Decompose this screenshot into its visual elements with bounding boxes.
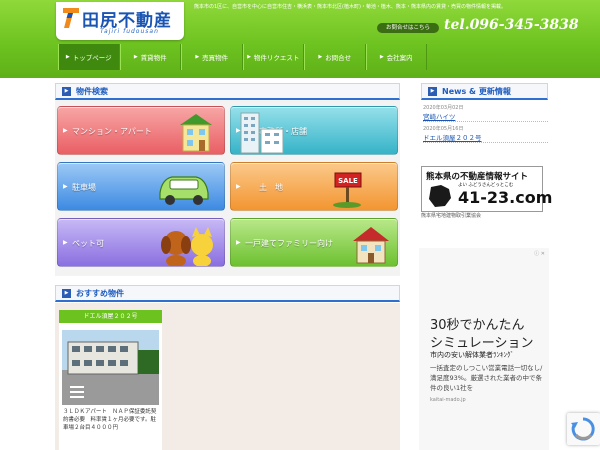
email-contact-button[interactable]: お問合せはこちら bbox=[377, 23, 439, 33]
nav-item-contact[interactable]: ▶ お問合せ bbox=[304, 44, 366, 70]
nav-item-label: 賃貸物件 bbox=[140, 54, 167, 62]
news-item: 2020年03月02日 宮崎ハイツ bbox=[423, 104, 548, 122]
prefecture-realestate-banner[interactable]: 熊本県の不動産情報サイト よい ふどうさんどっとこむ 41-23.com bbox=[421, 166, 552, 212]
recaptcha-icon bbox=[571, 417, 595, 441]
sale-sign-icon: SALE bbox=[333, 172, 362, 208]
banner-title: 熊本県の不動産情報サイト bbox=[426, 172, 529, 182]
search-section-title: 物件検索 bbox=[76, 86, 108, 96]
recaptcha-badge[interactable] bbox=[567, 413, 600, 445]
nav-item-label: お問合せ bbox=[325, 54, 352, 62]
nav-arrow-icon: ▶ bbox=[195, 54, 200, 60]
search-tile-apartment[interactable]: ▶ マンション・アパート bbox=[57, 106, 225, 155]
ad-subheadline: 市内の安い解体業者ﾗﾝｷﾝｸﾞ bbox=[430, 351, 514, 359]
nav-arrow-icon: ▶ bbox=[379, 54, 384, 60]
property-card-title[interactable]: ドエル須屋２０２号 bbox=[59, 310, 162, 323]
header-description: 熊本市の1区に、自営市を中心に自営市住吉・横浜表・熊本市北区(植木町)・菊池・植… bbox=[194, 4, 506, 10]
nav-item-top[interactable]: ▶ トップページ bbox=[58, 44, 120, 70]
banner-domain: 41-23.com bbox=[458, 188, 553, 207]
nav-item-label: トップページ bbox=[72, 54, 112, 62]
ad-url[interactable]: kaitai-mado.jp bbox=[430, 397, 466, 403]
ad-body: 一括査定のしつこい営業電話一切なし/満足度93%。厳選された業者の中で条件の良い… bbox=[430, 364, 543, 392]
news-date: 2020年05月16日 bbox=[423, 126, 464, 132]
news-section-header: ▶ News & 更新情報 bbox=[421, 83, 548, 100]
site-logo[interactable]: 田尻不動産 Tajiri fudousan bbox=[56, 2, 184, 40]
tile-arrow-icon: ▶ bbox=[236, 239, 241, 246]
ad-headline[interactable]: 30秒でかんたん bbox=[430, 314, 525, 333]
property-card[interactable]: ドエル須屋２０２号 ３ＬＤＫアパート ＮＡＰ保証委託契約書必要 料率賃１ヶ月必要… bbox=[59, 310, 162, 450]
banner-caption: 熊本県宅地建物取引業協会 bbox=[421, 213, 482, 219]
nav-arrow-icon: ▶ bbox=[65, 54, 70, 60]
search-grid: ▶ マンション・アパート ▶ 事務所・店舗 ▶ 駐車場 bbox=[55, 100, 400, 276]
nav-item-company[interactable]: ▶ 会社案内 bbox=[365, 44, 427, 70]
tile-label: 駐車場 bbox=[72, 183, 96, 192]
nav-item-rental[interactable]: ▶ 賃貸物件 bbox=[119, 44, 181, 70]
news-date: 2020年03月02日 bbox=[423, 105, 464, 111]
tile-label: ペット可 bbox=[72, 239, 104, 248]
logo-subtext: Tajiri fudousan bbox=[100, 28, 159, 35]
tile-label: マンション・アパート bbox=[72, 127, 152, 136]
tile-label: 土 地 bbox=[259, 183, 283, 192]
recommend-section-title: おすすめ物件 bbox=[76, 288, 124, 298]
apartment-icon bbox=[180, 114, 212, 152]
property-description: ３ＬＤＫアパート ＮＡＰ保証委託契約書必要 料率賃１ヶ月必要です。駐車場２台目４… bbox=[63, 409, 157, 431]
news-link[interactable]: ドエル須屋２０２号 bbox=[423, 132, 548, 142]
property-photo[interactable] bbox=[62, 330, 159, 405]
tile-label: 一戸建てファミリー向け bbox=[245, 239, 333, 248]
logo-mark-icon bbox=[63, 8, 79, 28]
section-marker-icon: ▶ bbox=[62, 288, 71, 298]
nav-item-sale[interactable]: ▶ 売買物件 bbox=[181, 44, 243, 70]
search-section-header: ▶ 物件検索 bbox=[55, 83, 400, 100]
phone-number[interactable]: tel.096-345-3838 bbox=[444, 17, 579, 33]
svg-text:SALE: SALE bbox=[338, 177, 358, 185]
search-tile-pets[interactable]: ▶ ペット可 bbox=[57, 218, 225, 267]
nav-item-request[interactable]: ▶ 物件リクエスト bbox=[242, 44, 304, 70]
section-marker-icon: ▶ bbox=[62, 86, 71, 96]
search-tile-house[interactable]: ▶ 一戸建てファミリー向け bbox=[230, 218, 398, 267]
nav-arrow-icon: ▶ bbox=[318, 54, 323, 60]
nav-item-label: 会社案内 bbox=[386, 54, 413, 62]
search-tile-office[interactable]: ▶ 事務所・店舗 bbox=[230, 106, 398, 155]
kumamoto-map-icon bbox=[429, 185, 451, 207]
search-tile-parking[interactable]: ▶ 駐車場 bbox=[57, 162, 225, 211]
nav-arrow-icon: ▶ bbox=[247, 54, 251, 60]
tile-arrow-icon: ▶ bbox=[236, 183, 241, 190]
tile-arrow-icon: ▶ bbox=[63, 127, 68, 134]
news-section-title: News & 更新情報 bbox=[442, 86, 511, 96]
ad-headline[interactable]: シミュレーション bbox=[430, 332, 533, 351]
section-marker-icon: ▶ bbox=[428, 86, 437, 96]
office-building-icon bbox=[240, 112, 284, 154]
nav-arrow-icon: ▶ bbox=[133, 54, 138, 60]
tile-arrow-icon: ▶ bbox=[63, 183, 68, 190]
nav-item-label: 物件リクエスト bbox=[253, 54, 300, 62]
tile-arrow-icon: ▶ bbox=[63, 239, 68, 246]
nav-item-label: 売買物件 bbox=[202, 54, 229, 62]
pets-icon bbox=[161, 227, 213, 266]
recommend-section-header: ▶ おすすめ物件 bbox=[55, 285, 400, 302]
news-item: 2020年05月16日 ドエル須屋２０２号 bbox=[423, 125, 548, 143]
search-tile-land[interactable]: ▶ 土 地 SALE bbox=[230, 162, 398, 211]
car-icon bbox=[159, 176, 209, 205]
global-nav: ▶ トップページ ▶ 賃貸物件 ▶ 売買物件 ▶ 物件リクエスト ▶ お問合せ ▶ 会社案内 bbox=[58, 44, 550, 70]
news-link[interactable]: 宮崎ハイツ bbox=[423, 111, 548, 121]
advertisement[interactable]: ⓘ ✕ 30秒でかんたん シミュレーション 市内の安い解体業者ﾗﾝｷﾝｸﾞ 一括… bbox=[419, 248, 549, 450]
house-icon bbox=[353, 227, 389, 264]
ad-info-icon[interactable]: ⓘ ✕ bbox=[534, 250, 545, 257]
